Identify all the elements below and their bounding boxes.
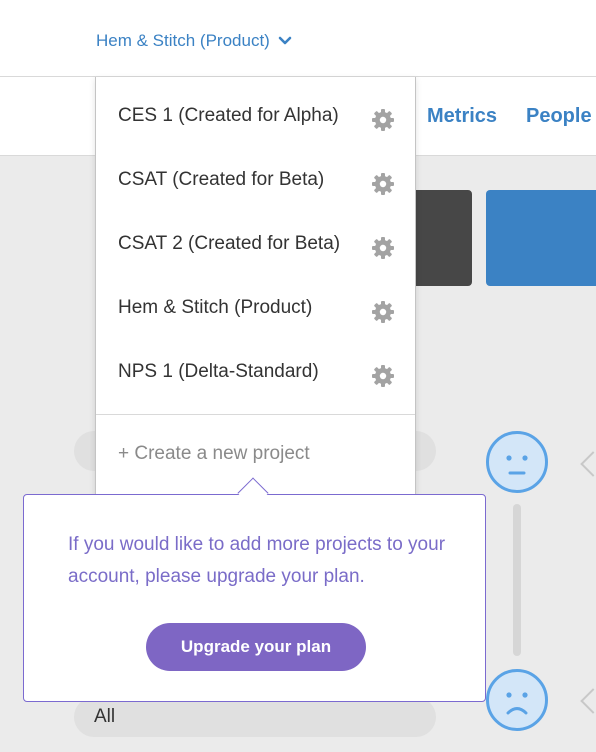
dropdown-divider bbox=[96, 414, 415, 415]
gear-icon[interactable] bbox=[371, 300, 395, 324]
gear-icon[interactable] bbox=[371, 364, 395, 388]
chevron-left-icon[interactable] bbox=[580, 688, 596, 714]
chevron-down-icon bbox=[278, 36, 292, 45]
dropdown-item[interactable]: CSAT 2 (Created for Beta) bbox=[96, 205, 415, 269]
dropdown-item-label: CSAT 2 (Created for Beta) bbox=[118, 233, 341, 254]
dropdown-item[interactable]: NPS 1 (Delta-Standard) bbox=[96, 333, 415, 397]
project-selector[interactable]: Hem & Stitch (Product) bbox=[96, 28, 292, 54]
filter-pill-bottom[interactable]: All bbox=[74, 697, 436, 737]
dropdown-item[interactable]: CES 1 (Created for Alpha) bbox=[96, 77, 415, 141]
nav-people[interactable]: People bbox=[526, 105, 592, 128]
filter-value: All bbox=[94, 706, 116, 727]
top-bar: Hem & Stitch (Product) bbox=[0, 0, 596, 77]
dropdown-item-label: CSAT (Created for Beta) bbox=[118, 169, 325, 190]
dropdown-item[interactable]: Hem & Stitch (Product) bbox=[96, 269, 415, 333]
gear-icon[interactable] bbox=[371, 236, 395, 260]
chevron-left-icon[interactable] bbox=[580, 451, 596, 477]
project-dropdown: CES 1 (Created for Alpha) CSAT (Created … bbox=[95, 77, 416, 498]
tooltip-message: If you would like to add more projects t… bbox=[68, 534, 446, 587]
dropdown-item-label: CES 1 (Created for Alpha) bbox=[118, 105, 339, 126]
nav-metrics[interactable]: Metrics bbox=[427, 105, 497, 128]
create-project-link[interactable]: + Create a new project bbox=[118, 443, 310, 465]
upgrade-tooltip: If you would like to add more projects t… bbox=[23, 494, 486, 702]
neutral-face-icon[interactable] bbox=[486, 431, 548, 493]
dropdown-item-label: Hem & Stitch (Product) bbox=[118, 297, 313, 318]
project-selector-label: Hem & Stitch (Product) bbox=[96, 31, 270, 50]
dropdown-item[interactable]: CSAT (Created for Beta) bbox=[96, 141, 415, 205]
rating-scale-track bbox=[513, 504, 521, 656]
dropdown-item-label: NPS 1 (Delta-Standard) bbox=[118, 361, 319, 382]
gear-icon[interactable] bbox=[371, 108, 395, 132]
gear-icon[interactable] bbox=[371, 172, 395, 196]
blue-card[interactable] bbox=[486, 190, 596, 286]
sad-face-icon[interactable] bbox=[486, 669, 548, 731]
upgrade-plan-button[interactable]: Upgrade your plan bbox=[146, 623, 366, 671]
